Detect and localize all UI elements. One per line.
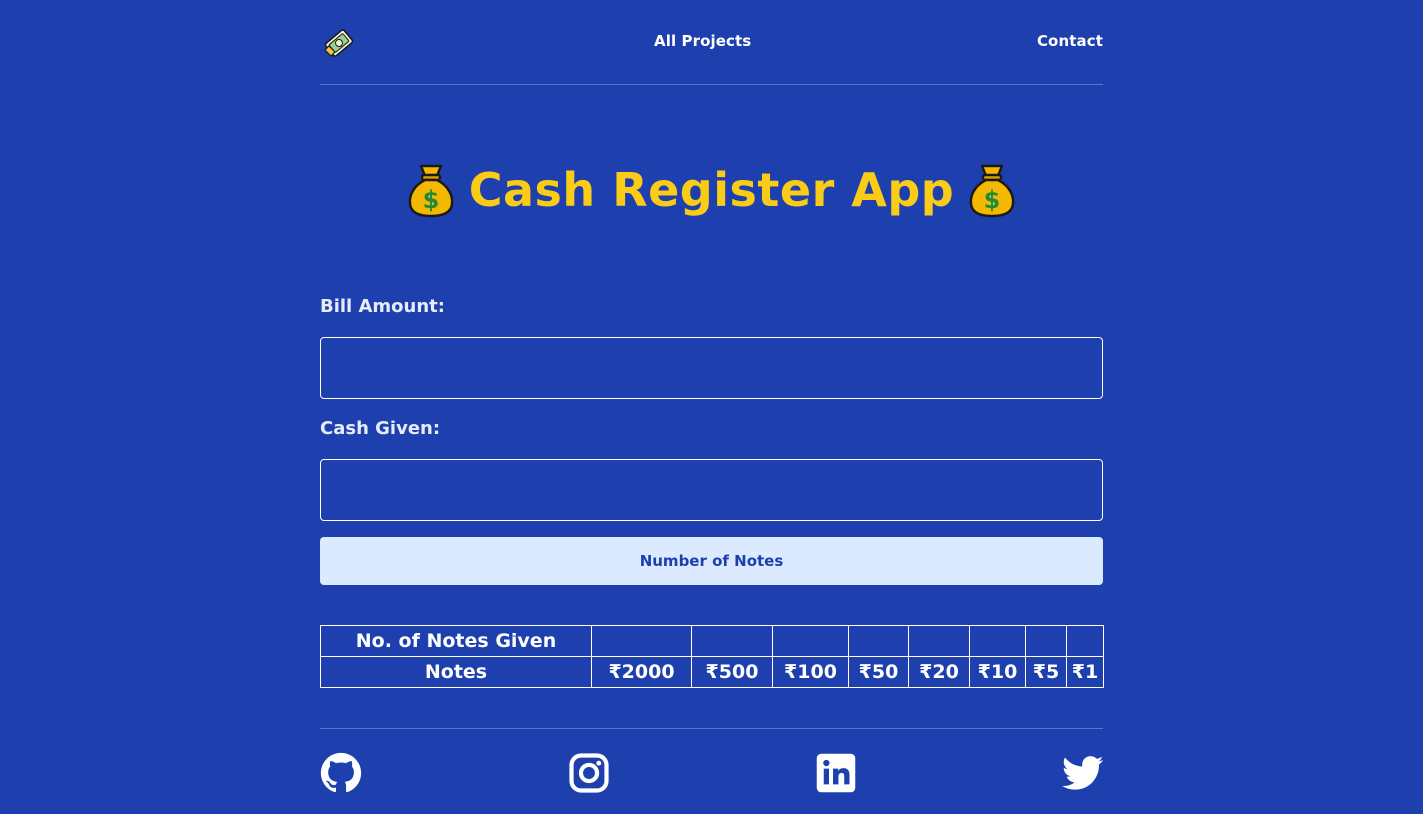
note-denomination: ₹2000 [591, 656, 692, 688]
notes-table: No. of Notes Given Notes ₹2000 ₹500 ₹100… [320, 625, 1104, 688]
note-denomination: ₹500 [691, 656, 773, 688]
bill-amount-label: Bill Amount: [320, 296, 445, 317]
nav-contact[interactable]: Contact [1037, 32, 1103, 50]
notes-given-cell [591, 625, 692, 657]
page-container: All Projects Contact $ Cash Register App… [320, 0, 1104, 793]
cash-given-label: Cash Given: [320, 418, 441, 439]
notes-given-header: No. of Notes Given [320, 625, 592, 657]
note-denomination: ₹20 [908, 656, 970, 688]
nav-all-projects[interactable]: All Projects [654, 32, 751, 50]
note-denomination: ₹100 [772, 656, 849, 688]
svg-text:$: $ [984, 186, 1001, 214]
notes-given-cell [848, 625, 909, 657]
number-of-notes-button[interactable]: Number of Notes [320, 537, 1103, 585]
notes-given-cell [908, 625, 970, 657]
note-denomination: ₹50 [848, 656, 909, 688]
notes-given-cell [1066, 625, 1104, 657]
money-logo-icon[interactable] [322, 26, 356, 60]
title-row: $ Cash Register App $ [320, 160, 1103, 220]
footer-divider [320, 728, 1103, 729]
instagram-icon[interactable] [568, 752, 610, 794]
notes-given-row: No. of Notes Given [320, 625, 1104, 657]
notes-given-cell [691, 625, 773, 657]
notes-given-cell [1025, 625, 1067, 657]
twitter-icon[interactable] [1062, 752, 1104, 794]
money-bag-icon: $ [969, 164, 1015, 218]
linkedin-icon[interactable] [815, 752, 857, 794]
note-denomination: ₹10 [969, 656, 1026, 688]
top-nav: All Projects Contact [320, 0, 1103, 85]
notes-denomination-row: Notes ₹2000 ₹500 ₹100 ₹50 ₹20 ₹10 ₹5 ₹1 [320, 656, 1104, 688]
notes-given-cell [969, 625, 1026, 657]
money-bag-icon: $ [408, 164, 454, 218]
notes-given-cell [772, 625, 849, 657]
svg-text:$: $ [422, 186, 439, 214]
github-icon[interactable] [320, 752, 362, 794]
cash-given-input[interactable] [320, 459, 1103, 521]
note-denomination: ₹1 [1066, 656, 1104, 688]
notes-header: Notes [320, 656, 592, 688]
page-title: Cash Register App [468, 163, 955, 217]
note-denomination: ₹5 [1025, 656, 1067, 688]
bill-amount-input[interactable] [320, 337, 1103, 399]
